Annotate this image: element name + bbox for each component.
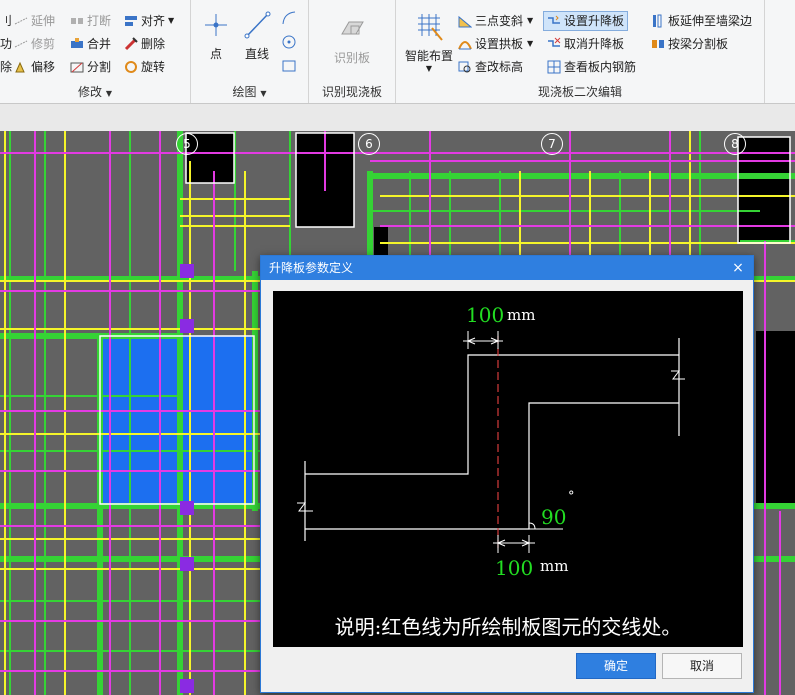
delete-icon xyxy=(124,37,138,51)
set-raise-lower-slab-icon xyxy=(548,15,560,24)
dialog-titlebar[interactable]: 升降板参数定义 × xyxy=(261,256,753,280)
angle-value: 90 xyxy=(541,505,567,529)
raise-lower-slab-dialog: 升降板参数定义 × 100 mm 100 mm 90 ° 说明:红色线为所绘制板… xyxy=(260,255,754,693)
cancel-button[interactable]: 取消 xyxy=(662,653,742,679)
modify-col0-item-3[interactable]: 除 xyxy=(0,57,12,77)
point-button[interactable]: 点 xyxy=(199,10,233,62)
rectangle-icon[interactable] xyxy=(281,58,297,74)
set-arch-slab-button[interactable]: 设置拱板 ▼ xyxy=(458,34,533,54)
split-button[interactable]: 分割 xyxy=(70,57,111,77)
three-point-dropdown-icon[interactable]: ▼ xyxy=(527,11,533,31)
set-raise-lower-slab-button[interactable]: 设置升降板 xyxy=(543,11,629,31)
modify-col0-item-2[interactable]: 功 xyxy=(0,34,12,54)
align-dropdown-icon[interactable]: ▼ xyxy=(168,11,174,31)
set-arch-slab-icon xyxy=(458,41,472,50)
top-offset-unit: mm xyxy=(507,306,536,324)
recognize-group: 识别板 识别现浇板 xyxy=(309,0,396,103)
split-slab-icon xyxy=(652,40,664,48)
modify-group: 刂 功 除 延伸 修剪 偏移 打断 合并 分割 对齐 ▼ 删除 旋转 修改 ▼ xyxy=(0,0,191,103)
smart-layout-icon xyxy=(418,14,443,41)
offset-button[interactable]: 偏移 xyxy=(14,57,55,77)
cancel-raise-lower-slab-button[interactable]: 取消升降板 xyxy=(547,34,624,54)
three-point-slope-button[interactable]: 三点变斜 ▼ xyxy=(458,11,533,31)
secondary-edit-group: 智能布置 ▼ 三点变斜 ▼ 设置拱板 ▼ 查改标高 设置升降板 取消升降板 查看板内… xyxy=(396,0,765,103)
modify-col0-item-1[interactable]: 刂 xyxy=(0,11,12,31)
check-elevation-button[interactable]: 查改标高 xyxy=(458,57,523,77)
align-icon xyxy=(125,16,137,26)
recognize-group-label: 识别现浇板 xyxy=(321,85,382,99)
split-icon xyxy=(70,62,84,73)
line-button[interactable]: 直线 xyxy=(239,10,275,62)
view-slab-rebar-button[interactable]: 查看板内钢筋 xyxy=(547,57,636,77)
slab-section-drawing xyxy=(297,331,685,553)
bottom-offset-unit: mm xyxy=(540,557,569,575)
circle-icon[interactable] xyxy=(281,34,297,50)
merge-button[interactable]: 合并 xyxy=(70,34,111,54)
delete-button[interactable]: 删除 xyxy=(124,34,165,54)
view-slab-rebar-icon xyxy=(547,60,561,74)
rotate-button[interactable]: 旋转 xyxy=(124,57,165,77)
note-text: 说明:红色线为所绘制板图元的交线处。 xyxy=(334,615,682,639)
align-button[interactable]: 对齐 ▼ xyxy=(124,11,174,31)
bottom-offset-value: 100 xyxy=(495,556,534,580)
dialog-title: 升降板参数定义 xyxy=(269,261,354,275)
check-elevation-icon xyxy=(458,61,471,73)
line-icon xyxy=(244,11,271,39)
split-slab-by-beam-button[interactable]: 按梁分割板 xyxy=(651,34,728,54)
break-icon xyxy=(71,18,83,24)
arch-dropdown-icon[interactable]: ▼ xyxy=(527,34,533,54)
close-icon[interactable]: × xyxy=(729,256,747,280)
three-point-slope-icon xyxy=(458,15,472,28)
recognize-slab-icon xyxy=(341,21,364,35)
parameter-diagram: 100 mm 100 mm 90 ° 说明:红色线为所绘制板图元的交线处。 xyxy=(273,291,743,647)
trim-icon xyxy=(14,40,28,48)
point-icon xyxy=(205,14,227,36)
modify-group-label: 修改 ▼ xyxy=(78,85,112,99)
extend-slab-to-wall-beam-button[interactable]: 板延伸至墙梁边 xyxy=(651,11,752,31)
ok-button[interactable]: 确定 xyxy=(576,653,656,679)
axis-marker-5: 5 xyxy=(176,133,198,155)
draw-group: 点 直线 绘图 ▼ xyxy=(191,0,309,103)
extend-button[interactable]: 延伸 xyxy=(14,11,55,31)
axis-marker-6: 6 xyxy=(358,133,380,155)
secondary-group-label: 现浇板二次编辑 xyxy=(537,85,622,99)
smart-layout-dropdown-icon[interactable]: ▼ xyxy=(402,64,456,73)
offset-icon xyxy=(15,61,25,73)
tab-strip xyxy=(0,104,795,131)
axis-marker-7: 7 xyxy=(541,133,563,155)
axis-marker-8: 8 xyxy=(724,133,746,155)
cancel-raise-lower-slab-icon xyxy=(548,37,561,47)
break-button[interactable]: 打断 xyxy=(70,11,111,31)
top-offset-value: 100 xyxy=(466,303,505,327)
extend-icon xyxy=(14,17,28,25)
arc-icon[interactable] xyxy=(281,10,297,26)
ribbon: 刂 功 除 延伸 修剪 偏移 打断 合并 分割 对齐 ▼ 删除 旋转 修改 ▼ … xyxy=(0,0,795,104)
trim-button[interactable]: 修剪 xyxy=(14,34,55,54)
draw-group-label: 绘图 ▼ xyxy=(232,85,267,99)
rotate-icon xyxy=(125,61,137,73)
recognize-slab-button[interactable]: 识别板 xyxy=(317,14,387,66)
angle-unit: ° xyxy=(568,489,575,504)
extend-slab-icon xyxy=(653,14,662,28)
merge-icon xyxy=(71,38,83,48)
smart-layout-button[interactable]: 智能布置 ▼ xyxy=(402,12,456,73)
